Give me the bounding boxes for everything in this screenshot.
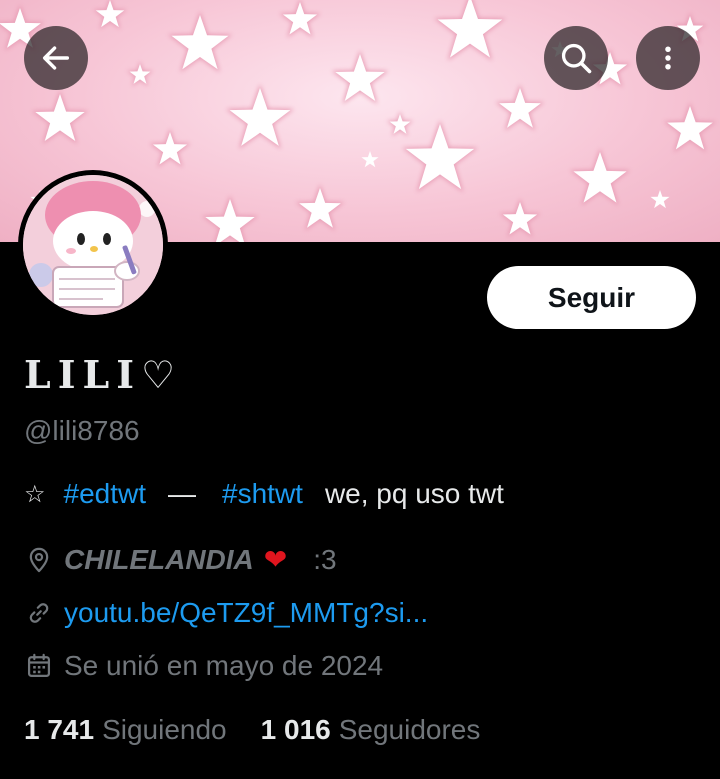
following-count: 1 741 <box>24 714 95 745</box>
profile-join-date: Se unió en mayo de 2024 <box>24 650 383 682</box>
hashtag-shtwt[interactable]: #shtwt <box>222 478 303 510</box>
bio-text: we, pq uso twt <box>324 478 504 509</box>
following-link[interactable]: 1 741 Siguiendo <box>24 714 227 746</box>
location-pin-icon <box>24 545 54 575</box>
profile-bio: ☆ #edtwt — #shtwt we, pq uso twt <box>24 478 504 510</box>
heart-emoji: ❤ <box>263 543 288 576</box>
more-options-button[interactable] <box>636 26 700 90</box>
followers-link[interactable]: 1 016 Seguidores <box>261 714 481 746</box>
profile-location: CHILELANDIA ❤ :3 <box>24 543 337 576</box>
profile-website: youtu.be/QeTZ9f_MMTg?si... <box>24 597 428 629</box>
location-text: CHILELANDIA <box>64 543 254 575</box>
arrow-left-icon <box>42 46 70 70</box>
followers-count: 1 016 <box>260 714 331 745</box>
search-icon <box>561 43 592 74</box>
more-vertical-icon <box>665 46 671 70</box>
follow-counts: 1 741 Siguiendo 1 016 Seguidores <box>24 714 480 746</box>
display-name: LILI♡ <box>24 352 183 397</box>
website-link[interactable]: youtu.be/QeTZ9f_MMTg?si... <box>64 597 428 629</box>
following-label: Siguiendo <box>102 714 227 745</box>
calendar-icon <box>24 651 54 681</box>
bio-dash: — <box>168 478 197 509</box>
avatar[interactable] <box>18 170 168 320</box>
link-icon <box>24 598 54 628</box>
bio-star: ☆ <box>24 480 46 508</box>
search-button[interactable] <box>544 26 608 90</box>
hashtag-edtwt[interactable]: #edtwt <box>64 478 147 510</box>
followers-label: Seguidores <box>338 714 481 745</box>
location-extra: :3 <box>313 543 337 575</box>
user-handle: @lili8786 <box>24 415 140 446</box>
avatar-image <box>23 175 163 315</box>
back-button[interactable] <box>24 26 88 90</box>
follow-button[interactable]: Seguir <box>487 266 696 329</box>
join-date-text: Se unió en mayo de 2024 <box>64 650 384 681</box>
